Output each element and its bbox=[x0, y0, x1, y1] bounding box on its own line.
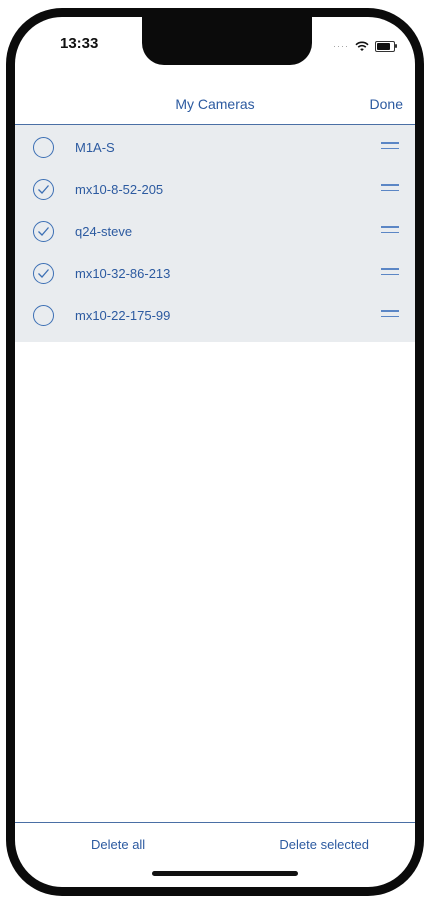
checked-circle-icon[interactable] bbox=[33, 263, 54, 284]
list-item[interactable]: q24-steve bbox=[15, 214, 415, 256]
status-time: 13:33 bbox=[60, 35, 99, 52]
camera-name: mx10-8-52-205 bbox=[75, 182, 164, 197]
checked-circle-icon[interactable] bbox=[33, 179, 54, 200]
battery-icon bbox=[375, 40, 397, 52]
home-indicator bbox=[152, 871, 298, 876]
list-item[interactable]: M1A-S bbox=[15, 130, 415, 172]
page-title: My Cameras bbox=[175, 96, 255, 112]
nav-bar: My Cameras Done bbox=[15, 92, 415, 125]
bottom-toolbar: Delete all Delete selected bbox=[15, 822, 415, 863]
camera-list: M1A-S mx10-8-52-205 q24-steve mx10-32-86-21… bbox=[15, 125, 415, 342]
status-icons: ···· bbox=[333, 39, 397, 53]
done-button[interactable]: Done bbox=[370, 96, 403, 112]
unchecked-circle-icon[interactable] bbox=[33, 137, 54, 158]
delete-selected-button[interactable]: Delete selected bbox=[279, 837, 369, 852]
drag-handle-icon[interactable] bbox=[381, 310, 399, 322]
delete-all-button[interactable]: Delete all bbox=[91, 837, 145, 852]
camera-name: M1A-S bbox=[75, 140, 115, 155]
camera-name: mx10-22-175-99 bbox=[75, 308, 171, 323]
checked-circle-icon[interactable] bbox=[33, 221, 54, 242]
notch bbox=[142, 17, 312, 65]
drag-handle-icon[interactable] bbox=[381, 226, 399, 238]
camera-name: mx10-32-86-213 bbox=[75, 266, 171, 281]
drag-handle-icon[interactable] bbox=[381, 142, 399, 154]
drag-handle-icon[interactable] bbox=[381, 268, 399, 280]
phone-frame: 13:33 ···· My Cameras Done M1A-S mx10-8-5… bbox=[6, 8, 424, 896]
camera-name: q24-steve bbox=[75, 224, 133, 239]
unchecked-circle-icon[interactable] bbox=[33, 305, 54, 326]
signal-dots-icon: ···· bbox=[333, 41, 349, 51]
drag-handle-icon[interactable] bbox=[381, 184, 399, 196]
wifi-icon bbox=[355, 41, 369, 51]
list-item[interactable]: mx10-32-86-213 bbox=[15, 256, 415, 298]
list-item[interactable]: mx10-22-175-99 bbox=[15, 298, 415, 340]
screen: 13:33 ···· My Cameras Done M1A-S mx10-8-5… bbox=[15, 17, 415, 887]
list-item[interactable]: mx10-8-52-205 bbox=[15, 172, 415, 214]
